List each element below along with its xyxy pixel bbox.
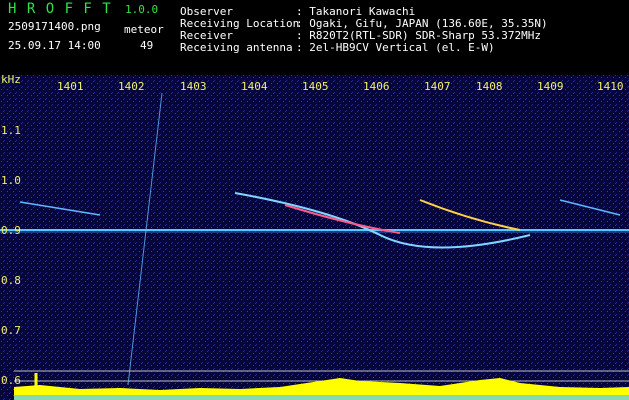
spectrogram-area[interactable]	[0, 75, 629, 400]
y-tick-1.0: 1.0	[1, 174, 21, 187]
x-tick-1402: 1402	[118, 80, 145, 93]
file-datetime: 25.09.17 14:00	[8, 39, 101, 52]
y-tick-0.9: 0.9	[1, 224, 21, 237]
x-tick-1408: 1408	[476, 80, 503, 93]
file-name: 2509171400.png	[8, 20, 101, 33]
x-tick-1407: 1407	[424, 80, 451, 93]
header-panel: H R O F F T 1.0.0 2509171400.png 25.09.1…	[0, 0, 629, 75]
y-axis-unit: kHz	[1, 73, 21, 86]
antenna-label: Receiving antenna	[180, 41, 293, 54]
counter-value: 49	[140, 39, 154, 52]
spectrogram-plot	[0, 75, 629, 400]
y-tick-1.1: 1.1	[1, 124, 21, 137]
y-tick-0.8: 0.8	[1, 274, 21, 287]
app-version: 1.0.0	[125, 3, 159, 16]
x-tick-1405: 1405	[302, 80, 329, 93]
counter-label: meteor	[124, 23, 164, 36]
y-tick-0.7: 0.7	[1, 324, 21, 337]
x-tick-1410: 1410	[597, 80, 624, 93]
y-tick-0.6: 0.6	[1, 374, 21, 387]
app-title: H R O F F T	[8, 1, 112, 17]
x-tick-1401: 1401	[57, 80, 84, 93]
x-tick-1406: 1406	[363, 80, 390, 93]
noise-floor	[0, 75, 629, 400]
antenna-value: : 2el-HB9CV Vertical (el. E-W)	[296, 41, 495, 54]
x-tick-1403: 1403	[180, 80, 207, 93]
x-tick-1409: 1409	[537, 80, 564, 93]
x-tick-1404: 1404	[241, 80, 268, 93]
